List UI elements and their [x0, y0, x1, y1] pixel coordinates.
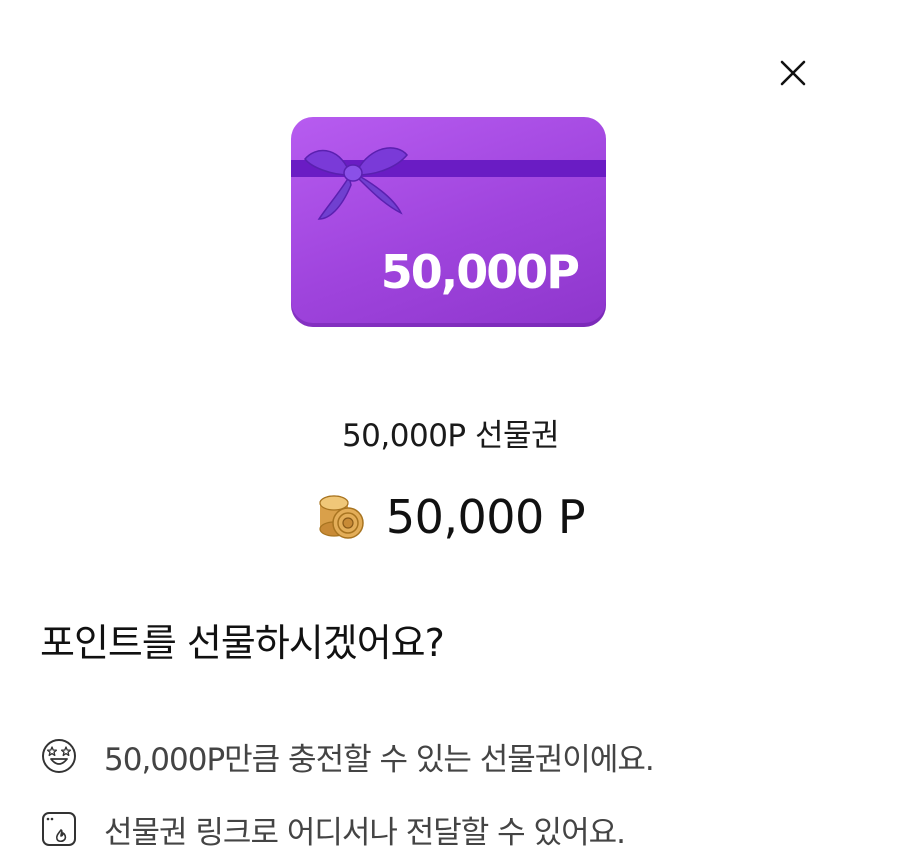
info-item-text: 선물권 링크로 어디서나 전달할 수 있어요.	[104, 814, 626, 851]
info-list: 50,000P만큼 충전할 수 있는 선물권이에요. 선물권 링크로 어디서나 …	[40, 728, 880, 867]
gift-card-image: 50,000P	[291, 117, 606, 327]
list-item: 50,000P만큼 충전할 수 있는 선물권이에요.	[40, 728, 880, 784]
gift-question-title: 포인트를 선물하시겠어요?	[40, 621, 445, 665]
card-amount-label: 50,000P	[380, 245, 580, 299]
price-amount: 50,000 P	[385, 490, 586, 544]
close-icon	[780, 60, 806, 86]
link-window-icon	[42, 812, 76, 846]
price-row: 50,000 P	[0, 490, 901, 544]
coin-stack-icon	[319, 495, 364, 539]
bow-icon	[304, 147, 408, 220]
star-eyes-face-icon	[42, 739, 76, 773]
product-name: 50,000P 선물권	[341, 418, 560, 454]
close-button[interactable]	[770, 50, 816, 96]
list-item: 선물권 링크로 어디서나 전달할 수 있어요.	[40, 801, 880, 857]
info-item-text: 50,000P만큼 충전할 수 있는 선물권이에요.	[104, 741, 655, 778]
gift-dialog: 50,000P 50,000P 선물권 50,000 P 포인트를 선물하시겠어…	[0, 0, 901, 867]
